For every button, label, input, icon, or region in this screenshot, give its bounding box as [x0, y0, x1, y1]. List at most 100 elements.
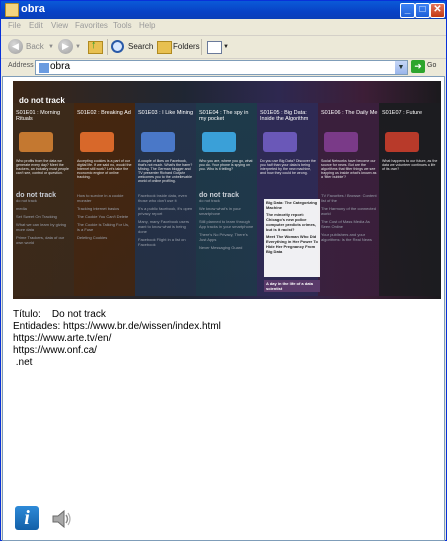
related-item: TV Favorites / Browse: Content list of t…: [321, 193, 377, 203]
toolbar: ◀ Back ▼ ▶ ▼ ↑ Search Folders ▼: [1, 36, 446, 59]
related-item: It's a public facebook, it's open privac…: [138, 206, 193, 216]
views-button[interactable]: ▼: [206, 39, 229, 55]
related-item: [382, 208, 438, 211]
episode-related-list: [382, 193, 438, 211]
explorer-window: obra _ □ ✕ File Edit View Favorites Tool…: [0, 0, 447, 541]
up-folder-button[interactable]: ↑: [87, 39, 103, 55]
chevron-down-icon: ▼: [223, 44, 229, 50]
minimize-button[interactable]: _: [400, 3, 415, 18]
folder-content: do not track S01E01 : Morning Rituals Who…: [2, 76, 445, 541]
menu-edit[interactable]: Edit: [29, 21, 43, 30]
related-item: The Cookie You Can't Delete: [77, 214, 129, 219]
episode-related-list: How to survive in a cookie monster Tracki…: [77, 193, 133, 240]
info-text: Título: Do not track Entidades: https://…: [13, 309, 221, 369]
menu-file[interactable]: File: [8, 21, 21, 30]
episode-column[interactable]: S01E07 : Future What happens to our futur…: [379, 103, 440, 296]
related-item: The Cookie is Talking For Us, is a Fuse: [77, 222, 130, 232]
episode-column[interactable]: S01E03 : I Like Mining A couple of likes …: [135, 103, 196, 296]
related-item: Still planned to learn through App track…: [199, 219, 254, 229]
menu-help[interactable]: Help: [139, 21, 155, 30]
episode-thumbnail: [80, 132, 114, 152]
episode-label: S01E03 : I Like Mining: [138, 110, 194, 116]
related-item: Never Messaging Guard: [199, 245, 243, 250]
episode-column[interactable]: S01E02 : Breaking Ad Accepting cookies is…: [74, 103, 135, 296]
episode-label: S01E02 : Breaking Ad: [77, 110, 131, 116]
episode-label: S01E01 : Morning Rituals: [16, 110, 61, 122]
episode-thumbnail: [202, 132, 236, 152]
close-button[interactable]: ✕: [430, 3, 445, 18]
folder-icon: [5, 3, 19, 17]
forward-button[interactable]: ▶ ▼: [58, 39, 82, 55]
episode-description: What happens to our future, as the data …: [382, 159, 438, 171]
address-input[interactable]: obra ▼: [35, 60, 408, 75]
related-item: We know what's in your smartphone: [199, 206, 241, 216]
episode-description: Social Networks have become our source f…: [321, 159, 377, 179]
episode-description: Accepting cookies is a part of our digit…: [77, 159, 132, 179]
chevron-down-icon: ▼: [48, 44, 54, 50]
banner-title: do not track: [19, 96, 65, 105]
go-button[interactable]: Go: [427, 62, 436, 69]
toolbar-divider: [201, 39, 202, 55]
info-line-url: https://www.arte.tv/en/: [13, 333, 112, 344]
related-item: Prime Trackers, data of our own world: [16, 235, 65, 245]
address-value: obra: [50, 61, 71, 72]
related-item: Deleting Cookies: [77, 235, 108, 240]
episode-related-list: TV Favorites / Browse: Content list of t…: [321, 193, 377, 242]
speaker-icon[interactable]: [51, 509, 73, 529]
window-title: obra: [21, 3, 45, 15]
address-bar: Address obra ▼ ➜ Go: [1, 59, 446, 75]
info-line-url: .net: [13, 357, 33, 368]
headline-item: Meet The Woman Who Did Everything in Her…: [266, 234, 318, 254]
search-button[interactable]: Search: [111, 39, 153, 55]
episode-description: Who you are, where you go, what you do. …: [199, 159, 253, 171]
related-item: The Harmony of the connected world: [321, 206, 376, 216]
headline-footer: A day in the life of a data scientist: [264, 280, 320, 292]
back-arrow-icon: ◀: [8, 39, 23, 54]
related-item: The Cost of Mass Media As Seen Online: [321, 219, 370, 229]
episode-description: Who profits from the data we generate ev…: [16, 159, 69, 175]
episode-thumbnail: [19, 132, 53, 152]
episode-description: A couple of likes on Facebook, that's no…: [138, 159, 193, 183]
menu-favorites[interactable]: Favorites: [75, 21, 108, 30]
forward-arrow-icon: ▶: [58, 39, 73, 54]
headline-item: The minority report: Chicago's new polic…: [266, 212, 317, 232]
episode-related-list: Facebook inside data, even those who don…: [138, 193, 194, 247]
episode-thumbnail: [263, 132, 297, 152]
info-icon[interactable]: i: [15, 506, 39, 530]
related-item: Your publishers and your algorithms: Is …: [321, 232, 372, 242]
info-line-title: Título: Do not track: [13, 309, 106, 320]
episode-column[interactable]: S01E04 : The spy in my pocket Who you are…: [196, 103, 257, 296]
chevron-down-icon[interactable]: ▼: [395, 61, 407, 74]
episode-related-list: do not track do not track We know what's i…: [199, 192, 255, 250]
episode-column[interactable]: S01E06 : The Daily Me Social Networks hav…: [318, 103, 379, 296]
search-icon: [111, 40, 124, 53]
episode-related-list: do not track do not track media Set Sweet O…: [16, 192, 72, 245]
related-item: There's No Privacy, There's Just Apps: [199, 232, 248, 242]
related-item: What we can learn by giving more data: [16, 222, 67, 232]
folder-icon: [157, 41, 172, 54]
related-item: Facebook inside data, even those who don…: [138, 193, 187, 203]
do-not-track-banner[interactable]: do not track S01E01 : Morning Rituals Who…: [13, 81, 441, 299]
menu-tools[interactable]: Tools: [113, 21, 132, 30]
episode-label: S01E04 : The spy in my pocket: [199, 110, 249, 122]
views-icon: [207, 41, 222, 54]
info-line-url: https://www.onf.ca/: [13, 345, 97, 356]
episode-label: S01E07 : Future: [382, 110, 423, 116]
address-label: Address: [8, 62, 34, 69]
go-arrow-icon[interactable]: ➜: [411, 60, 425, 73]
toolbar-divider: [107, 39, 108, 55]
episode-label: S01E06 : The Daily Me: [321, 110, 378, 116]
episode-description: Do you use Big Data? Discover the you ha…: [260, 159, 316, 175]
episode-column[interactable]: S01E01 : Morning Rituals Who profits from…: [13, 103, 74, 296]
episode-thumbnail: [141, 132, 175, 152]
menu-view[interactable]: View: [51, 21, 68, 30]
headline-item: A day in the life of a data scientist: [266, 281, 313, 291]
folder-icon: [38, 62, 50, 74]
title-bar[interactable]: obra _ □ ✕: [1, 1, 446, 19]
related-item: Many, many Facebook users want to know w…: [138, 219, 190, 234]
related-item: How to survive in a cookie monster: [77, 193, 124, 203]
maximize-button[interactable]: □: [415, 3, 430, 18]
folders-button[interactable]: Folders: [157, 39, 201, 55]
chevron-down-icon: ▼: [75, 44, 81, 50]
back-button[interactable]: ◀ Back ▼: [8, 39, 54, 55]
